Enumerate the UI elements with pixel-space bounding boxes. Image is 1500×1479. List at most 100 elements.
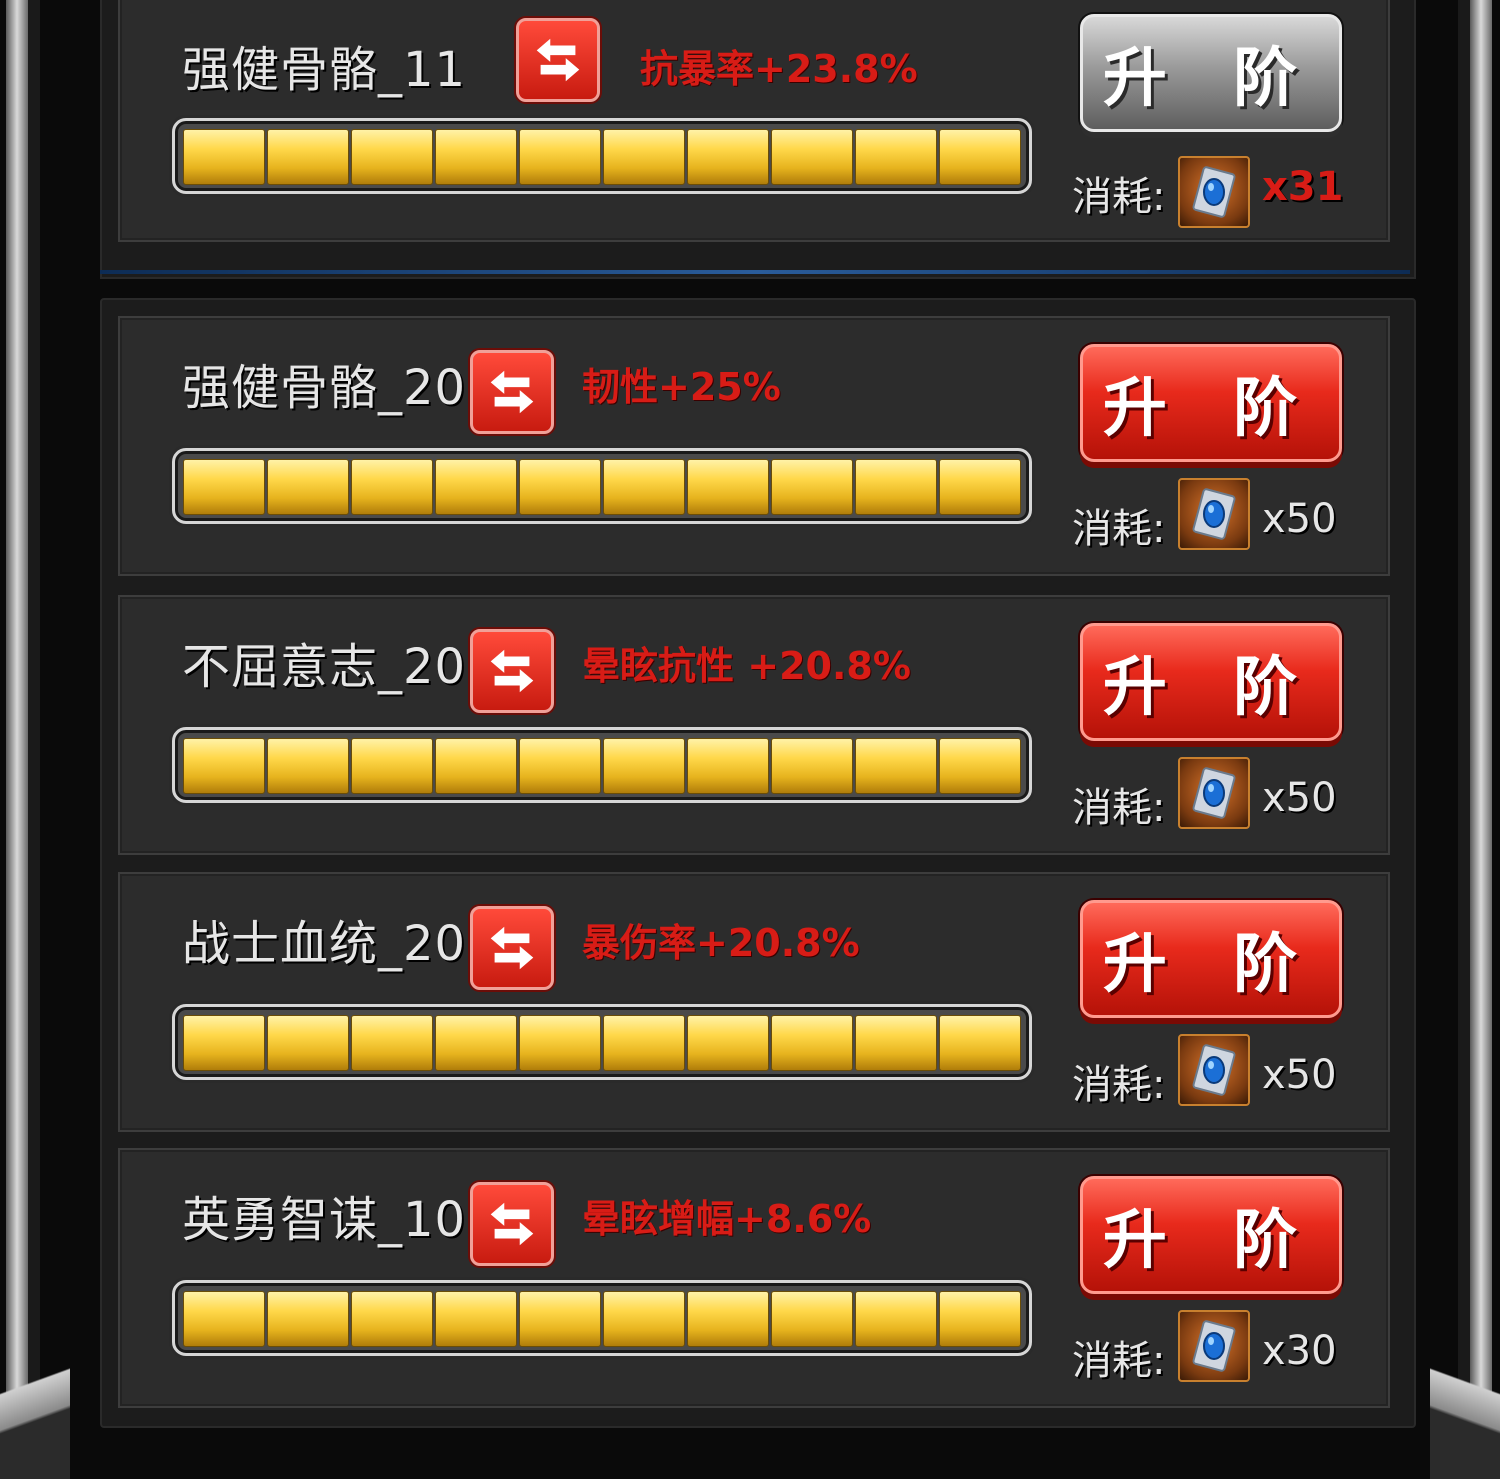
skill-stat: 晕眩抗性 +20.8% <box>582 644 911 688</box>
progress-segment <box>519 459 601 515</box>
progress-bar <box>172 118 1032 194</box>
progress-segment <box>687 1291 769 1347</box>
skill-row: 不屈意志_20 晕眩抗性 +20.8% 升 阶 消耗: x50 <box>118 595 1390 855</box>
skill-row: 强健骨骼_11 抗暴率+23.8% 升 阶 消耗: x31 <box>118 0 1390 242</box>
progress-segment <box>855 129 937 185</box>
swap-arrows-icon <box>490 1202 534 1246</box>
frame-left-border <box>6 0 28 1479</box>
progress-segment <box>687 129 769 185</box>
upgrade-button[interactable]: 升 阶 <box>1080 623 1342 741</box>
list-divider <box>100 270 1410 274</box>
skill-stat: 暴伤率+20.8% <box>582 921 860 965</box>
skill-stat: 韧性+25% <box>582 365 781 409</box>
skill-stat: 抗暴率+23.8% <box>640 47 918 91</box>
upgrade-button[interactable]: 升 阶 <box>1080 900 1342 1018</box>
material-icon-frame <box>1178 156 1250 228</box>
frame-corner-bottom-left <box>0 1319 70 1479</box>
frame-corner-bottom-right <box>1430 1319 1500 1479</box>
upgrade-button-disabled[interactable]: 升 阶 <box>1080 14 1342 132</box>
progress-segment <box>351 1291 433 1347</box>
cost-count: x50 <box>1262 775 1337 821</box>
swap-arrows-icon <box>536 38 580 82</box>
skill-stat: 晕眩增幅+8.6% <box>582 1197 872 1241</box>
cost-label: 消耗: <box>1072 1338 1166 1384</box>
progress-segment <box>351 1015 433 1071</box>
material-icon-frame <box>1178 1310 1250 1382</box>
progress-segment <box>267 459 349 515</box>
material-icon-frame <box>1178 478 1250 550</box>
progress-segment <box>603 738 685 794</box>
progress-segment <box>771 738 853 794</box>
swap-button[interactable] <box>470 906 554 990</box>
progress-segment <box>771 129 853 185</box>
cost-label: 消耗: <box>1072 785 1166 831</box>
cost-count: x50 <box>1262 496 1337 542</box>
progress-segment <box>939 1015 1021 1071</box>
progress-segment <box>855 459 937 515</box>
progress-segment <box>435 129 517 185</box>
skill-name: 强健骨骼_20 <box>182 360 467 416</box>
upgrade-button[interactable]: 升 阶 <box>1080 1176 1342 1294</box>
progress-segment <box>687 738 769 794</box>
swap-button[interactable] <box>470 350 554 434</box>
upgrade-stone-icon <box>1192 166 1236 218</box>
cost-label: 消耗: <box>1072 506 1166 552</box>
cost-label: 消耗: <box>1072 1062 1166 1108</box>
progress-segment <box>267 738 349 794</box>
progress-segment <box>435 459 517 515</box>
progress-segment <box>939 459 1021 515</box>
progress-bar <box>172 727 1032 803</box>
progress-segment <box>183 1015 265 1071</box>
swap-arrows-icon <box>490 926 534 970</box>
progress-segment <box>939 738 1021 794</box>
upgrade-stone-icon <box>1192 767 1236 819</box>
progress-bar <box>172 1280 1032 1356</box>
skill-row: 强健骨骼_20 韧性+25% 升 阶 消耗: x50 <box>118 316 1390 576</box>
skill-row: 英勇智谋_10 晕眩增幅+8.6% 升 阶 消耗: x30 <box>118 1148 1390 1408</box>
progress-segment <box>351 129 433 185</box>
skill-name: 英勇智谋_10 <box>182 1192 467 1248</box>
material-icon-frame <box>1178 757 1250 829</box>
upgrade-button[interactable]: 升 阶 <box>1080 344 1342 462</box>
progress-segment <box>519 1015 601 1071</box>
frame-left-inner <box>28 0 40 1479</box>
progress-segment <box>435 738 517 794</box>
progress-segment <box>267 1291 349 1347</box>
material-icon-frame <box>1178 1034 1250 1106</box>
skill-name: 战士血统_20 <box>182 916 467 972</box>
swap-button[interactable] <box>516 18 600 102</box>
progress-segment <box>519 129 601 185</box>
cost-count: x50 <box>1262 1052 1337 1098</box>
upgrade-stone-icon <box>1192 1044 1236 1096</box>
progress-segment <box>771 1015 853 1071</box>
progress-segment <box>939 129 1021 185</box>
progress-segment <box>603 1015 685 1071</box>
progress-segment <box>939 1291 1021 1347</box>
swap-arrows-icon <box>490 370 534 414</box>
progress-segment <box>267 129 349 185</box>
progress-segment <box>267 1015 349 1071</box>
progress-segment <box>435 1015 517 1071</box>
upgrade-stone-icon <box>1192 488 1236 540</box>
swap-button[interactable] <box>470 629 554 713</box>
skill-name: 不屈意志_20 <box>182 639 467 695</box>
upgrade-stone-icon <box>1192 1320 1236 1372</box>
progress-segment <box>687 459 769 515</box>
progress-segment <box>771 459 853 515</box>
progress-segment <box>183 129 265 185</box>
progress-segment <box>351 459 433 515</box>
skill-name: 强健骨骼_11 <box>182 42 467 98</box>
progress-bar <box>172 448 1032 524</box>
progress-segment <box>183 1291 265 1347</box>
cost-count: x31 <box>1262 164 1344 210</box>
progress-segment <box>435 1291 517 1347</box>
progress-segment <box>519 738 601 794</box>
progress-segment <box>855 1291 937 1347</box>
cost-label: 消耗: <box>1072 174 1166 220</box>
swap-arrows-icon <box>490 649 534 693</box>
skill-row: 战士血统_20 暴伤率+20.8% 升 阶 消耗: x50 <box>118 872 1390 1132</box>
swap-button[interactable] <box>470 1182 554 1266</box>
progress-segment <box>351 738 433 794</box>
progress-segment <box>519 1291 601 1347</box>
game-window: 强健骨骼_11 抗暴率+23.8% 升 阶 消耗: x31 强健骨骼_20 韧性… <box>0 0 1500 1479</box>
